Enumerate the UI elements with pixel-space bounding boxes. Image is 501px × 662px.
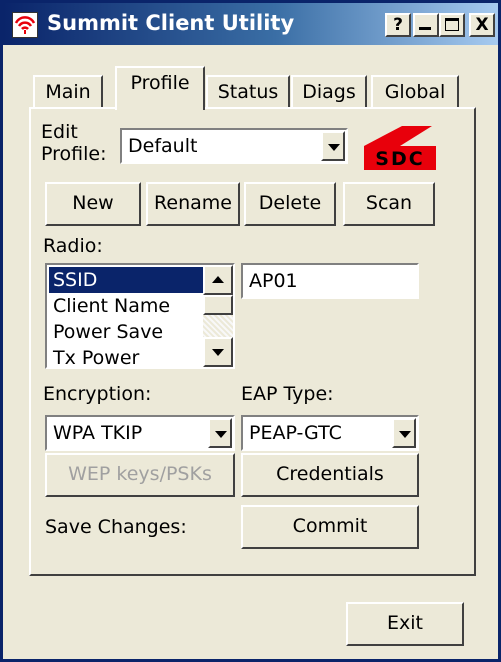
list-item[interactable]: Tx Power: [49, 345, 203, 367]
rename-button[interactable]: Rename: [146, 182, 240, 226]
chevron-down-icon[interactable]: [392, 418, 416, 448]
maximize-button[interactable]: [439, 13, 465, 37]
tab-status[interactable]: Status: [206, 75, 290, 109]
exit-button[interactable]: Exit: [346, 602, 464, 646]
credentials-button[interactable]: Credentials: [241, 453, 419, 497]
encryption-label: Encryption:: [43, 383, 152, 405]
tab-diags[interactable]: Diags: [291, 75, 367, 109]
profile-dropdown[interactable]: Default: [120, 128, 348, 164]
encryption-value: WPA TKIP: [53, 422, 143, 444]
chevron-down-icon[interactable]: [208, 418, 232, 448]
close-button[interactable]: X: [469, 13, 495, 37]
tab-global[interactable]: Global: [371, 75, 459, 109]
radio-scrollbar[interactable]: [203, 265, 233, 367]
tab-profile[interactable]: Profile: [115, 66, 205, 110]
scroll-thumb[interactable]: [203, 295, 233, 315]
radio-value-field[interactable]: AP01: [241, 263, 419, 299]
scan-button[interactable]: Scan: [343, 182, 435, 226]
edit-profile-label-line2: Profile:: [41, 143, 107, 165]
list-item[interactable]: Power Save: [49, 319, 203, 345]
new-button[interactable]: New: [45, 182, 141, 226]
minimize-button[interactable]: [413, 13, 439, 37]
radio-label: Radio:: [43, 235, 103, 257]
wep-keys-button[interactable]: WEP keys/PSKs: [45, 453, 235, 497]
commit-button[interactable]: Commit: [241, 505, 419, 549]
minimize-icon: [419, 27, 431, 30]
eap-type-value: PEAP-GTC: [249, 422, 342, 444]
list-item[interactable]: SSID: [49, 267, 203, 293]
summit-window: Summit Client Utility ? X Main Profile S…: [0, 0, 501, 662]
encryption-dropdown[interactable]: WPA TKIP: [45, 415, 235, 451]
profile-value: Default: [128, 135, 198, 157]
window-title: Summit Client Utility: [47, 11, 295, 35]
help-button[interactable]: ?: [385, 13, 411, 37]
delete-button[interactable]: Delete: [244, 182, 336, 226]
sdc-logo-text: SDC: [375, 148, 425, 170]
scroll-up-icon[interactable]: [203, 265, 233, 295]
radio-listbox[interactable]: SSID Client Name Power Save Tx Power: [45, 263, 235, 369]
tab-main[interactable]: Main: [33, 75, 103, 109]
list-item[interactable]: Client Name: [49, 293, 203, 319]
save-changes-label: Save Changes:: [45, 516, 187, 538]
eap-type-label: EAP Type:: [241, 383, 334, 405]
chevron-down-icon[interactable]: [321, 131, 345, 161]
scroll-down-icon[interactable]: [203, 337, 233, 367]
app-icon: [12, 12, 38, 38]
edit-profile-label-line1: Edit: [41, 121, 78, 143]
sdc-logo: SDC: [360, 122, 440, 172]
maximize-icon: [445, 18, 459, 31]
eap-type-dropdown[interactable]: PEAP-GTC: [241, 415, 419, 451]
title-bar[interactable]: Summit Client Utility ? X: [3, 3, 498, 45]
